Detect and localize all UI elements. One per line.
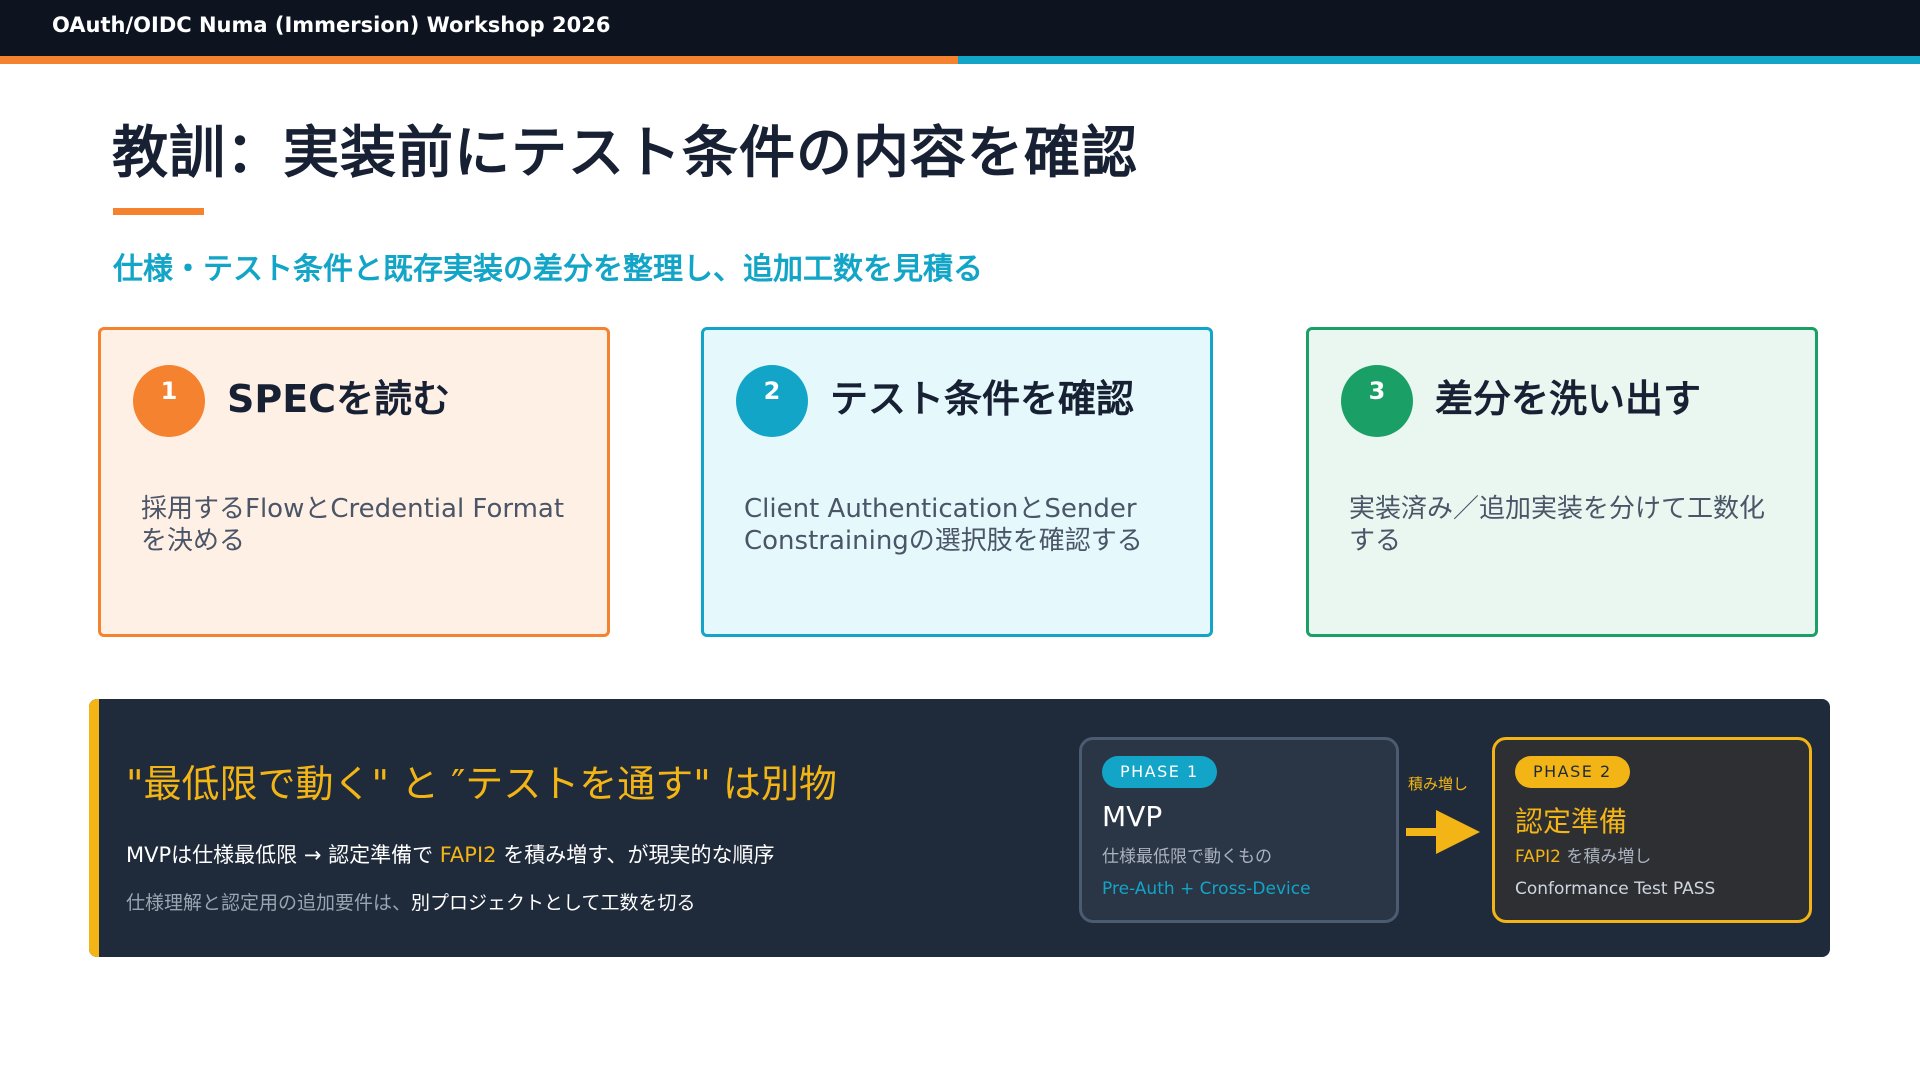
lesson-note: 仕様理解と認定用の追加要件は、別プロジェクトとして工数を切る — [126, 888, 695, 915]
phase-description-highlight: FAPI2 — [1515, 847, 1561, 867]
step-heading: テスト条件を確認 — [830, 377, 1135, 421]
step-heading: SPECを読む — [227, 377, 451, 421]
lesson-accent-bar — [89, 699, 99, 957]
lesson-summary-highlight: FAPI2 — [439, 843, 497, 867]
workshop-title: OAuth/OIDC Numa (Immersion) Workshop 202… — [52, 13, 611, 37]
lesson-title: "最低限で動く" と ″テストを通す" は別物 — [126, 762, 837, 806]
lesson-summary-text: MVPは仕様最低限 → 認定準備で — [126, 843, 440, 867]
phase-card-mvp: PHASE 1 MVP 仕様最低限で動くもの Pre-Auth + Cross-… — [1079, 737, 1399, 923]
step-description: 採用するFlowとCredential Formatを決める — [141, 494, 565, 556]
phase-name: 認定準備 — [1515, 805, 1628, 838]
step-number-badge: 3 — [1341, 365, 1413, 437]
title-underline — [113, 208, 204, 215]
lesson-note-emphasis: 別プロジェクトとして工数を切る — [411, 892, 696, 914]
accent-stripe-cyan — [958, 56, 1920, 64]
phase-name: MVP — [1102, 800, 1163, 833]
step-card-read-spec: 1 SPECを読む 採用するFlowとCredential Formatを決める — [98, 327, 610, 637]
lesson-note-text: 仕様理解と認定用の追加要件は、 — [126, 892, 412, 914]
step-number-badge: 1 — [133, 365, 205, 437]
phase-description: 仕様最低限で動くもの — [1102, 847, 1272, 867]
slide-title: 教訓：実装前にテスト条件の内容を確認 — [112, 121, 1138, 186]
step-description: Client AuthenticationとSender Constrainin… — [744, 494, 1143, 556]
lesson-summary: MVPは仕様最低限 → 認定準備で FAPI2 を積み増す、が現実的な順序 — [126, 839, 775, 869]
phase-description: FAPI2 を積み増し — [1515, 842, 1651, 867]
slide-subtitle: 仕様・テスト条件と既存実装の差分を整理し、追加工数を見積る — [113, 252, 983, 287]
phase-description-text: を積み増し — [1560, 847, 1652, 867]
step-description: 実装済み／追加実装を分けて工数化する — [1349, 494, 1766, 556]
step-card-find-diff: 3 差分を洗い出す 実装済み／追加実装を分けて工数化する — [1306, 327, 1818, 637]
phase-card-certification-prep: PHASE 2 認定準備 FAPI2 を積み増し Conformance Tes… — [1492, 737, 1812, 923]
phase-tag: PHASE 1 — [1102, 756, 1217, 788]
phase-tag: PHASE 2 — [1515, 756, 1630, 788]
accent-stripe-orange — [0, 56, 958, 64]
step-card-check-test-conditions: 2 テスト条件を確認 Client AuthenticationとSender … — [701, 327, 1213, 637]
lesson-panel: "最低限で動く" と ″テストを通す" は別物 MVPは仕様最低限 → 認定準備… — [89, 699, 1830, 957]
lesson-summary-text-end: を積み増す、が現実的な順序 — [496, 843, 775, 867]
phase-detail: Pre-Auth + Cross-Device — [1102, 879, 1311, 899]
step-number-badge: 2 — [736, 365, 808, 437]
arrow-label: 積み増し — [1408, 775, 1469, 793]
arrow-right-icon — [1406, 810, 1480, 854]
step-heading: 差分を洗い出す — [1435, 377, 1702, 421]
header-bar: OAuth/OIDC Numa (Immersion) Workshop 202… — [0, 0, 1920, 56]
phase-detail: Conformance Test PASS — [1515, 879, 1716, 899]
